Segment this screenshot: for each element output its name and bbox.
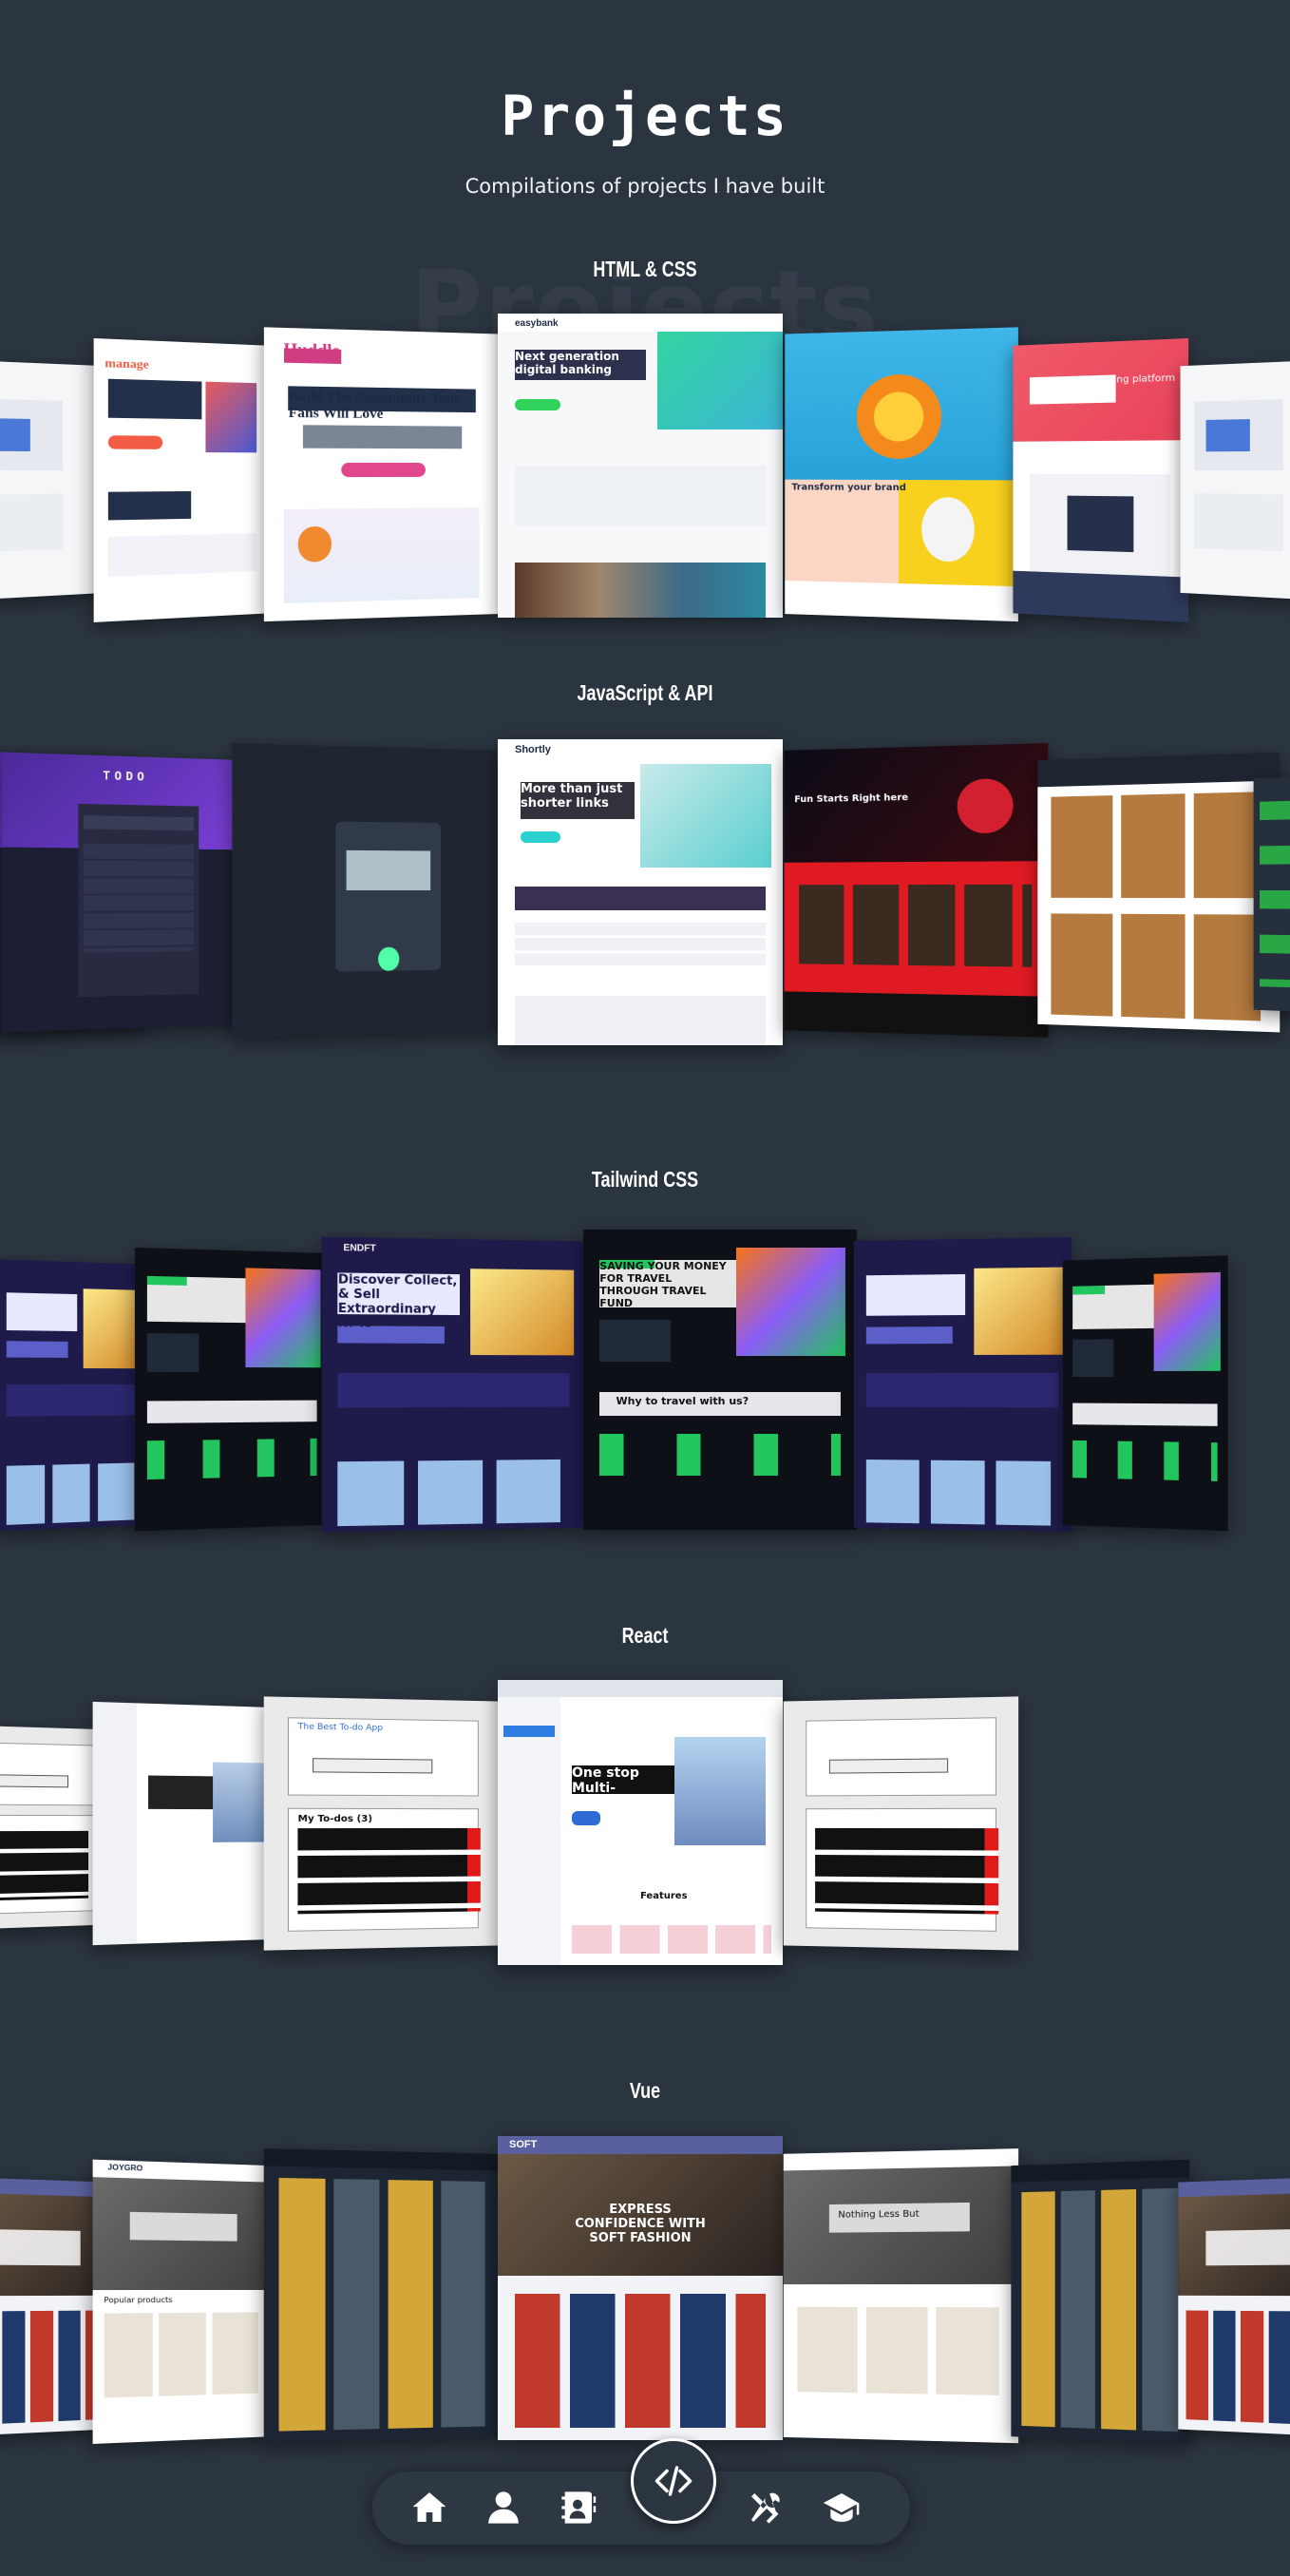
project-card-movies[interactable] xyxy=(263,2148,500,2444)
section-title-vue: Vue xyxy=(629,2078,661,2103)
project-card-movies[interactable] xyxy=(1011,2159,1190,2445)
project-card-publishing[interactable]: A modern publishing platform xyxy=(1013,337,1189,622)
card-subheading: My To-dos (3) xyxy=(297,1813,372,1824)
project-card-todo-app[interactable]: The Best To-do App My To-dos (3) xyxy=(263,1696,500,1951)
project-card-travel[interactable]: SAVING YOUR MONEY FOR TRAVEL THROUGH TRA… xyxy=(583,1230,857,1530)
card-label: Shortly xyxy=(515,743,551,755)
carousel-tailwind[interactable]: ENDFT Discover Collect, & Sell Extraordi… xyxy=(0,1230,1290,1533)
carousel-html-css[interactable]: manage Huddle Build The Community Your F… xyxy=(0,314,1290,622)
section-title-javascript-api: JavaScript & API xyxy=(577,680,713,705)
card-label: SOFT xyxy=(509,2139,538,2151)
card-heading: SAVING YOUR MONEY FOR TRAVEL THROUGH TRA… xyxy=(599,1259,727,1309)
card-heading: Next generation digital banking xyxy=(515,350,619,377)
card-heading: Discover Collect, & Sell Extraordinary N… xyxy=(337,1272,458,1331)
project-card[interactable] xyxy=(0,1259,148,1532)
card-heading: Build The Community Your Fans Will Love xyxy=(288,389,461,423)
section-title-tailwind: Tailwind CSS xyxy=(591,1167,699,1192)
project-card[interactable] xyxy=(0,359,106,601)
project-card-huddle[interactable]: Huddle Build The Community Your Fans Wil… xyxy=(263,327,498,622)
card-label: JOYGRO xyxy=(107,2163,143,2173)
card-label: TODO xyxy=(103,769,149,784)
graduation-cap-icon[interactable] xyxy=(815,2483,868,2532)
card-label: ENDFT xyxy=(343,1243,376,1254)
project-card-movies[interactable]: Fun Starts Right here xyxy=(784,743,1049,1038)
card-heading: Fun Starts Right here xyxy=(794,792,909,806)
project-card-endft[interactable] xyxy=(853,1237,1072,1533)
card-heading: EXPRESS CONFIDENCE WITH SOFT FASHION xyxy=(575,2203,706,2246)
card-heading: Transform your brand xyxy=(791,482,906,494)
carousel-react[interactable]: The Best To-do App My To-dos (3) One sto… xyxy=(0,1680,1290,1965)
card-label: manage xyxy=(104,355,149,372)
code-icon[interactable] xyxy=(631,2438,716,2524)
tools-icon[interactable] xyxy=(739,2483,792,2532)
project-card-joygro[interactable]: JOYGRO Popular products xyxy=(92,2159,272,2445)
project-card[interactable] xyxy=(1180,359,1290,601)
home-icon[interactable] xyxy=(403,2483,456,2532)
project-card[interactable] xyxy=(1253,775,1290,1013)
card-subheading: Why to travel with us? xyxy=(616,1394,749,1407)
contact-book-icon[interactable] xyxy=(551,2483,604,2532)
card-heading: Nothing Less But xyxy=(838,2208,920,2221)
section-title-html-css: HTML & CSS xyxy=(593,257,697,281)
card-heading: One stop Multi-purpose app. xyxy=(572,1765,672,1811)
page-subtitle: Compilations of projects I have built xyxy=(465,175,825,198)
project-card-brand[interactable]: Transform your brand xyxy=(785,327,1018,622)
card-heading: Popular products xyxy=(104,2296,173,2305)
card-heading: More than just shorter links xyxy=(521,782,623,811)
project-card-manage[interactable]: manage xyxy=(93,337,270,622)
card-subheading: Features xyxy=(640,1891,688,1901)
user-icon[interactable] xyxy=(477,2483,530,2532)
card-label: easybank xyxy=(515,317,559,329)
project-card-endft[interactable]: ENDFT Discover Collect, & Sell Extraordi… xyxy=(321,1236,584,1533)
project-card-multipurpose-app[interactable]: One stop Multi-purpose app. Features xyxy=(498,1680,783,1965)
project-card-todo-app[interactable] xyxy=(783,1696,1019,1951)
project-card-shortly[interactable]: Shortly More than just shorter links xyxy=(498,739,783,1045)
section-title-react: React xyxy=(621,1623,669,1648)
bottom-nav xyxy=(372,2438,910,2545)
carousel-vue[interactable]: JOYGRO Popular products SOFT EXPRESS CON… xyxy=(0,2136,1290,2445)
page-title: Projects xyxy=(501,84,789,148)
project-card-travel-fund[interactable] xyxy=(1062,1255,1228,1532)
project-card-shop[interactable]: Nothing Less But xyxy=(783,2148,1019,2444)
project-card-easybank[interactable]: easybank Next generation digital banking xyxy=(498,314,783,618)
project-card-recipes[interactable] xyxy=(1037,752,1281,1033)
project-card-multipurpose[interactable] xyxy=(92,1701,272,1946)
card-heading: The Best To-do App xyxy=(297,1722,384,1734)
carousel-javascript-api[interactable]: TODO Shortly More than just shorter link… xyxy=(0,739,1290,1045)
project-card-soft-fashion[interactable]: SOFT EXPRESS CONFIDENCE WITH SOFT FASHIO… xyxy=(498,2136,783,2440)
project-card-todo[interactable]: TODO xyxy=(2,752,245,1033)
project-card-travel-fund[interactable] xyxy=(134,1247,329,1532)
card-label: Huddle xyxy=(283,339,340,361)
project-card[interactable] xyxy=(1178,2177,1290,2436)
project-card-advice[interactable] xyxy=(232,743,497,1038)
